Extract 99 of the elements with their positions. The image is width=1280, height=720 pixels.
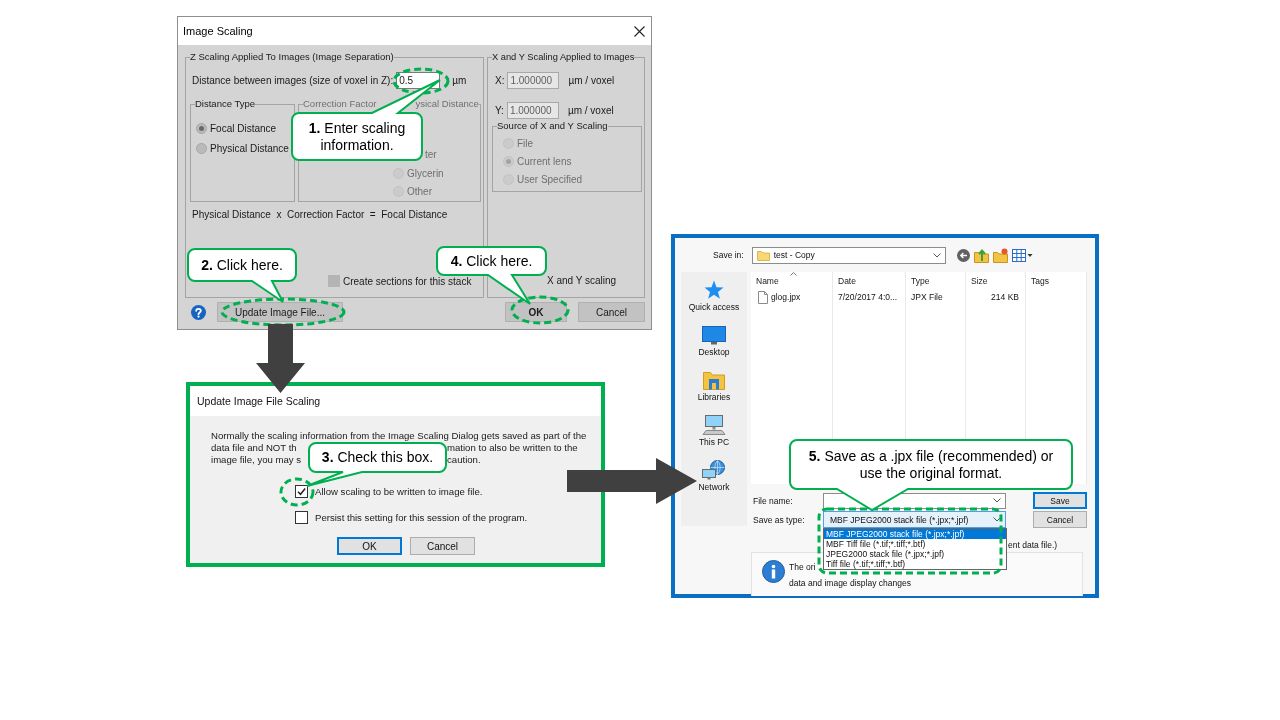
checkbox-label: Allow scaling to be written to image file. xyxy=(315,486,483,497)
dropdown-item[interactable]: MBF Tiff file (*.tif;*.tiff;*.btf) xyxy=(824,539,1006,549)
back-arrow-icon[interactable] xyxy=(956,248,970,262)
dialog-button[interactable]: Update Image File... xyxy=(217,302,343,322)
chevron-down-icon[interactable] xyxy=(932,252,941,258)
globe-computer-icon xyxy=(702,460,726,480)
computer-icon xyxy=(702,415,726,435)
folder-up-icon[interactable] xyxy=(973,247,989,263)
window-title: Update Image File Scaling xyxy=(197,394,321,408)
field-label: Save in: xyxy=(713,250,744,260)
radio-button[interactable] xyxy=(196,122,207,134)
chevron-down-icon[interactable] xyxy=(993,517,1001,522)
file-icon xyxy=(758,290,768,304)
dialog-button[interactable]: Cancel xyxy=(410,537,475,555)
info-text: The ori xyxy=(789,562,816,572)
nav-item[interactable]: Network xyxy=(698,460,730,492)
callout-text: 5. Save as a .jpx file (recommended) or use the original format. xyxy=(807,447,1055,482)
callout-text: 2. Click here. xyxy=(201,256,283,274)
file-type-dropdown[interactable]: MBF JPEG2000 stack file (*.jpx;*.jpf) xyxy=(823,511,1006,528)
highlight-oval xyxy=(279,477,315,507)
field-label: X: xyxy=(495,75,505,86)
field-label: Distance between images (size of voxel in Z): xyxy=(192,75,394,86)
dropdown-item[interactable]: Tiff file (*.tif;*.tiff;*.btf) xyxy=(824,559,1006,569)
formula-text: Physical Distance x Correction Factor = Focal Distance xyxy=(192,209,448,221)
info-text: data and image display changes xyxy=(789,578,911,588)
radio-label: User Specified xyxy=(517,173,583,185)
checkbox-label: Persist this setting for this session of the program. xyxy=(315,512,528,523)
radio-label: Focal Distance xyxy=(210,122,277,134)
column-header[interactable]: Size xyxy=(966,272,1025,290)
checkbox-label: Create sections for this stack xyxy=(343,275,472,287)
chevron-down-icon[interactable] xyxy=(993,498,1001,503)
message-text: image file, you may s xyxy=(211,454,302,466)
radio-label: ter xyxy=(425,148,437,162)
dialog-button[interactable]: OK xyxy=(337,537,402,555)
dropdown-item[interactable]: MBF JPEG2000 stack file (*.jpx;*.jpf) xyxy=(824,529,1006,539)
view-grid-icon[interactable] xyxy=(1011,248,1033,262)
column-header[interactable]: Name xyxy=(751,272,832,290)
block-arrow xyxy=(256,324,305,393)
field-label: Save as type: xyxy=(753,514,805,525)
nav-item[interactable]: Desktop xyxy=(698,325,730,357)
help-icon[interactable] xyxy=(191,304,206,320)
text-input[interactable]: 1.000000 xyxy=(506,102,559,119)
message-text: data file and NOT th xyxy=(211,442,297,454)
sort-caret-icon xyxy=(790,272,797,276)
note-text: ent data file.) xyxy=(1008,539,1058,551)
field-label: File name: xyxy=(753,495,793,506)
group-label: Source of X and Y Scaling xyxy=(497,120,608,132)
folder-icon xyxy=(756,249,770,261)
new-folder-icon[interactable] xyxy=(992,247,1008,263)
unit-label: µm / voxel xyxy=(567,105,614,116)
message-text: mation to also be written to the xyxy=(447,442,578,454)
dropdown-item[interactable]: JPEG2000 stack file (*.jpx;*.jpf) xyxy=(824,549,1006,559)
folder-dropdown[interactable]: test - Copy xyxy=(751,246,946,264)
checkbox[interactable] xyxy=(295,511,308,524)
callout-text: 3. Check this box. xyxy=(321,449,434,466)
dialog-button[interactable]: Cancel xyxy=(1033,511,1087,528)
nav-item[interactable]: Libraries xyxy=(697,370,731,402)
highlight-oval xyxy=(392,67,450,95)
callout-text: 1. Enter scaling information. xyxy=(307,119,407,154)
checkbox-label: X and Y scaling xyxy=(547,275,617,287)
highlight-oval xyxy=(510,295,570,325)
star-icon xyxy=(703,280,725,300)
unit-label: µm xyxy=(452,75,467,86)
group-label: ysical Distance xyxy=(415,98,479,109)
radio-label: Other xyxy=(407,185,432,197)
monitor-icon xyxy=(702,325,726,345)
checkbox[interactable] xyxy=(295,485,308,498)
column-header[interactable]: Tags xyxy=(1026,272,1086,290)
radio-button[interactable] xyxy=(196,142,207,154)
message-text: caution. xyxy=(447,454,481,466)
callout-text: 4. Click here. xyxy=(450,252,533,270)
field-label: Y: xyxy=(495,105,504,116)
nav-item[interactable]: Quick access xyxy=(688,280,740,312)
group-label: Z Scaling Applied To Images (Image Separation) xyxy=(190,51,394,63)
radio-label: File xyxy=(517,137,534,149)
radio-label: Glycerin xyxy=(407,167,444,179)
table-cell-text: 214 KB xyxy=(990,291,1020,304)
group-label: Distance Type xyxy=(195,98,256,110)
file-name[interactable]: glog.jpx xyxy=(771,292,801,302)
folder-icon xyxy=(703,370,725,390)
text-input[interactable]: 1.000000 xyxy=(507,72,560,89)
group-label: X and Y Scaling Applied to Images xyxy=(492,51,635,63)
window-title: Image Scaling xyxy=(183,24,253,38)
column-header[interactable]: Type xyxy=(906,272,965,290)
close-icon[interactable] xyxy=(634,25,645,37)
group-label: Correction Factor xyxy=(303,98,377,109)
dialog-button[interactable]: OK xyxy=(505,302,567,322)
table-cell-text: 7/20/2017 4:0... xyxy=(837,291,899,304)
message-text: Normally the scaling information from the Image Scaling Dialog gets saved as part of the xyxy=(211,430,587,442)
radio-label: Current lens xyxy=(517,155,572,167)
info-icon xyxy=(762,560,785,583)
checkbox[interactable] xyxy=(328,275,340,287)
column-header[interactable]: Date xyxy=(833,272,905,290)
nav-item[interactable]: This PC xyxy=(698,415,730,447)
table-cell-text: JPX File xyxy=(910,291,944,304)
dialog-button[interactable]: Save xyxy=(1033,492,1087,509)
dialog-button[interactable]: Cancel xyxy=(578,302,645,322)
unit-label: µm / voxel xyxy=(568,75,615,86)
radio-label: Physical Distance xyxy=(210,142,289,154)
